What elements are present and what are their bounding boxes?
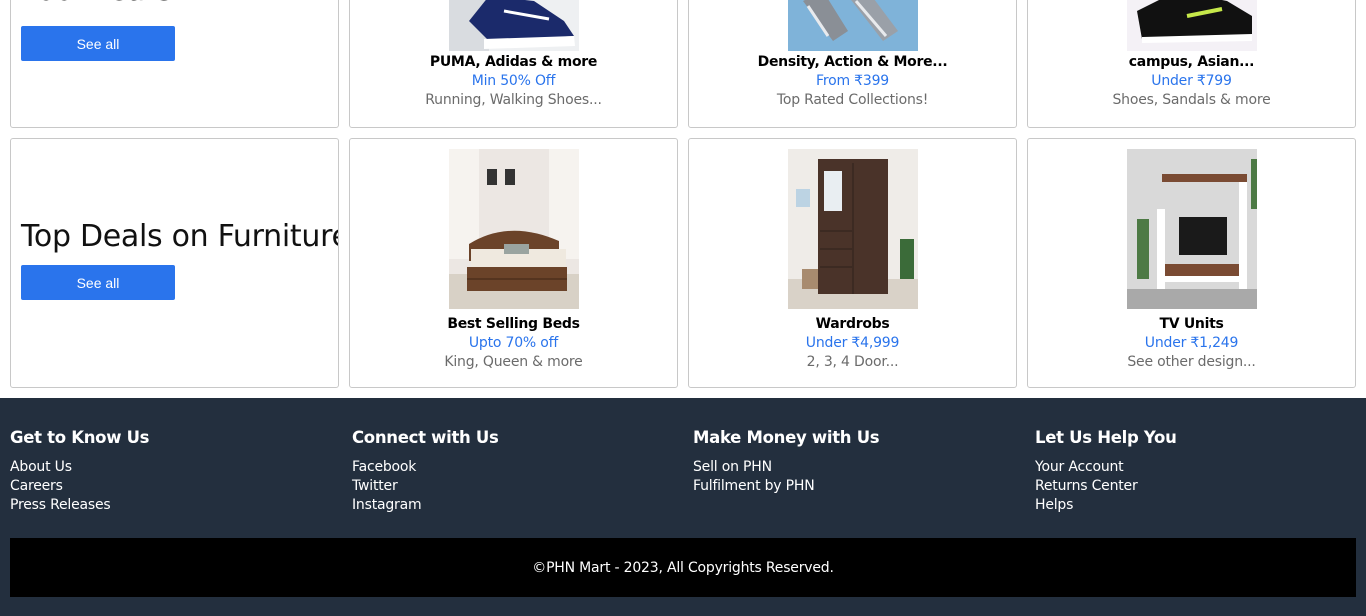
shoe-image <box>1126 0 1257 51</box>
product-offer: Min 50% Off <box>471 73 556 89</box>
product-name: PUMA, Adidas & more <box>429 54 598 70</box>
section-title-card: Footwears See all <box>10 0 339 128</box>
footer-column-get-to-know-us: Get to Know Us About Us Careers Press Re… <box>10 428 150 515</box>
product-offer: Under ₹799 <box>1151 73 1232 89</box>
footer-column-make-money: Make Money with Us Sell on PHN Fulfilmen… <box>693 428 880 496</box>
furniture-section: Top Deals on Furnitures See all Best Sel… <box>0 138 1366 388</box>
footer-column-title: Get to Know Us <box>10 428 150 447</box>
product-name: TV Units <box>1159 316 1224 332</box>
product-card[interactable]: Density, Action & More... From ₹399 Top … <box>688 0 1017 128</box>
product-offer: From ₹399 <box>816 73 889 89</box>
footer-link-press-releases[interactable]: Press Releases <box>10 496 149 515</box>
product-card[interactable]: Wardrobs Under ₹4,999 2, 3, 4 Door... <box>688 138 1017 388</box>
bed-image <box>448 149 579 309</box>
product-subtitle: Top Rated Collections! <box>776 92 929 108</box>
product-card[interactable]: campus, Asian... Under ₹799 Shoes, Sanda… <box>1027 0 1356 128</box>
footer-link-careers[interactable]: Careers <box>10 477 149 496</box>
footer-link-sell-on-phn[interactable]: Sell on PHN <box>693 458 879 477</box>
tv-unit-image <box>1126 149 1257 309</box>
footer-link-returns-center[interactable]: Returns Center <box>1035 477 1177 496</box>
footer-column-connect: Connect with Us Facebook Twitter Instagr… <box>352 428 499 515</box>
copyright-bar: ©PHN Mart - 2023, All Copyrights Reserve… <box>10 538 1356 597</box>
wardrobe-image <box>787 149 918 309</box>
product-offer: Upto 70% off <box>468 335 559 351</box>
product-name: campus, Asian... <box>1128 54 1255 70</box>
see-all-button[interactable]: See all <box>21 265 175 300</box>
footer-link-facebook[interactable]: Facebook <box>352 458 499 477</box>
section-heading: Top Deals on Furnitures <box>21 219 339 254</box>
footer-column-help: Let Us Help You Your Account Returns Cen… <box>1035 428 1177 515</box>
shoe-image <box>787 0 918 51</box>
see-all-button[interactable]: See all <box>21 26 175 61</box>
product-name: Best Selling Beds <box>447 316 580 332</box>
footwear-section: Footwears See all PUMA, Adidas & more Mi… <box>0 0 1366 128</box>
footer-link-your-account[interactable]: Your Account <box>1035 458 1177 477</box>
product-card[interactable]: TV Units Under ₹1,249 See other design..… <box>1027 138 1356 388</box>
product-name: Density, Action & More... <box>757 54 948 70</box>
footer-link-helps[interactable]: Helps <box>1035 496 1177 515</box>
section-heading: Footwears <box>21 0 173 8</box>
footer-column-title: Connect with Us <box>352 428 499 447</box>
product-offer: Under ₹4,999 <box>805 335 900 351</box>
footer-link-twitter[interactable]: Twitter <box>352 477 499 496</box>
product-subtitle: King, Queen & more <box>444 354 583 370</box>
product-card[interactable]: Best Selling Beds Upto 70% off King, Que… <box>349 138 678 388</box>
footer-column-title: Let Us Help You <box>1035 428 1177 447</box>
site-footer: Get to Know Us About Us Careers Press Re… <box>0 398 1366 616</box>
product-subtitle: Running, Walking Shoes... <box>425 92 602 108</box>
product-subtitle: Shoes, Sandals & more <box>1112 92 1271 108</box>
product-card[interactable]: PUMA, Adidas & more Min 50% Off Running,… <box>349 0 678 128</box>
footer-link-fulfilment[interactable]: Fulfilment by PHN <box>693 477 879 496</box>
product-subtitle: 2, 3, 4 Door... <box>806 354 899 370</box>
footer-link-instagram[interactable]: Instagram <box>352 496 499 515</box>
product-subtitle: See other design... <box>1127 354 1256 370</box>
shoe-image <box>448 0 579 51</box>
footer-column-title: Make Money with Us <box>693 428 880 447</box>
footer-link-about-us[interactable]: About Us <box>10 458 149 477</box>
product-name: Wardrobs <box>815 316 890 332</box>
product-offer: Under ₹1,249 <box>1144 335 1239 351</box>
section-title-card: Top Deals on Furnitures See all <box>10 138 339 388</box>
